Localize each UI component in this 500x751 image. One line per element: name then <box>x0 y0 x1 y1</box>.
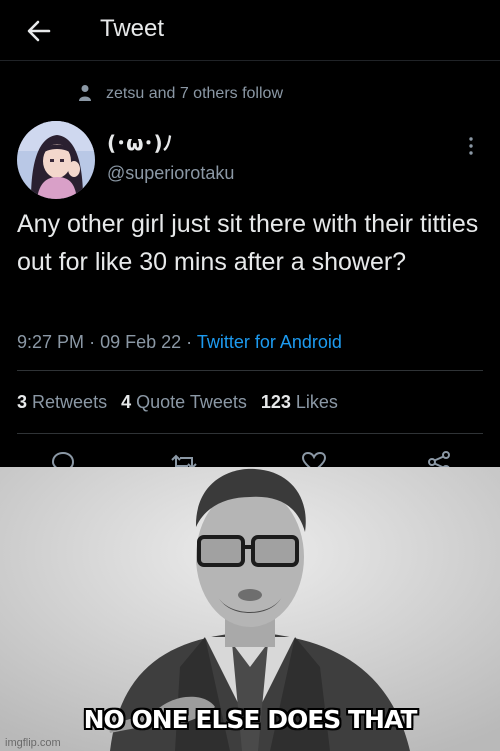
meta-separator: · <box>186 332 193 352</box>
tweet-time: 9:27 PM <box>17 332 85 352</box>
heart-icon[interactable] <box>300 450 328 467</box>
tweet-meta: 9:27 PM · 09 Feb 22 · Twitter for Androi… <box>17 332 342 353</box>
social-context[interactable]: zetsu and 7 others follow <box>106 85 283 103</box>
meme-caption: NO ONE ELSE DOES THAT <box>83 705 418 734</box>
tweet-source-link[interactable]: Twitter for Android <box>197 332 342 352</box>
author-handle[interactable]: @superiorotaku <box>107 163 234 184</box>
likes-stat[interactable]: 123 Likes <box>261 392 338 412</box>
person-icon <box>79 85 91 101</box>
tweet-date: 09 Feb 22 <box>100 332 182 352</box>
share-icon[interactable] <box>425 450 453 467</box>
meta-separator: · <box>89 332 96 352</box>
retweet-icon[interactable] <box>170 450 198 467</box>
meme-image: NO ONE ELSE DOES THAT imgflip.com <box>0 467 500 751</box>
top-bar: Tweet <box>0 0 500 61</box>
divider <box>17 433 483 434</box>
more-vertical-icon[interactable] <box>466 136 476 156</box>
tweet-text: Any other girl just sit there with their… <box>17 210 479 276</box>
action-bar <box>0 450 500 467</box>
reply-icon[interactable] <box>49 450 77 467</box>
tweet-stats: 3 Retweets 4 Quote Tweets 123 Likes <box>17 392 338 413</box>
imgflip-watermark: imgflip.com <box>5 737 61 749</box>
page-title: Tweet <box>100 15 165 42</box>
author-display-name[interactable]: (･ω･)ﾉ <box>107 127 173 156</box>
retweets-stat[interactable]: 3 Retweets <box>17 392 107 412</box>
avatar[interactable] <box>17 121 95 199</box>
arrow-left-icon[interactable] <box>22 14 56 48</box>
tweet-screenshot: Tweet zetsu and 7 others follow (･ω･)ﾉ @… <box>0 0 500 467</box>
quotes-stat[interactable]: 4 Quote Tweets <box>121 392 247 412</box>
divider <box>17 370 483 371</box>
